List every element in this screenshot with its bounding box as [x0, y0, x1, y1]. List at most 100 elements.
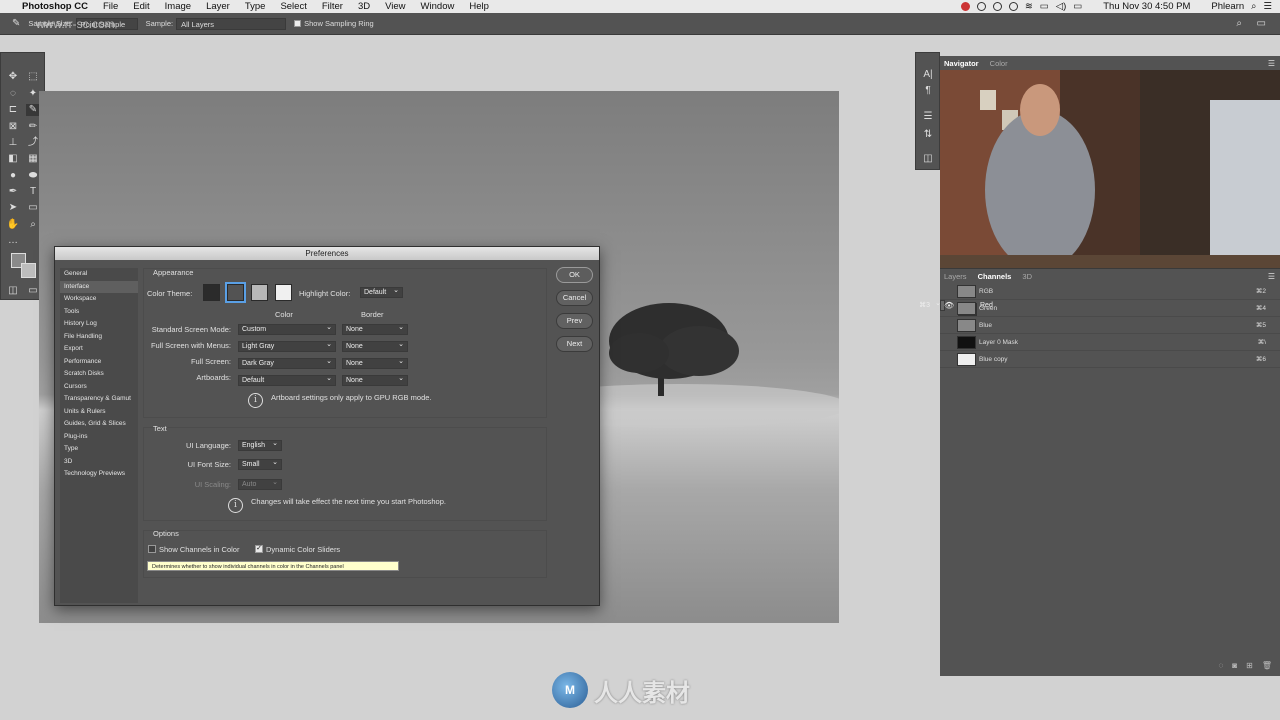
- rectangle-tool-icon[interactable]: ▭: [26, 202, 40, 214]
- notifications-icon[interactable]: ☰: [1263, 1, 1272, 12]
- tab-layers[interactable]: Layers: [940, 269, 971, 284]
- channel-row[interactable]: Layer 0 Mask ⌘\: [940, 334, 1280, 351]
- search-icon[interactable]: ⌕: [1236, 18, 1242, 29]
- trash-icon[interactable]: 🗑: [1262, 661, 1272, 670]
- nav-guides[interactable]: Guides, Grid & Slices: [60, 418, 138, 431]
- cancel-button[interactable]: Cancel: [556, 290, 593, 306]
- marquee-tool-icon[interactable]: ⬚: [26, 71, 40, 83]
- wifi-icon[interactable]: ≋: [1025, 1, 1033, 12]
- spotlight-icon[interactable]: ⌕: [1251, 1, 1256, 12]
- nav-file-handling[interactable]: File Handling: [60, 331, 138, 344]
- zoom-tool-icon[interactable]: ⌕: [26, 219, 40, 231]
- nav-scratch-disks[interactable]: Scratch Disks: [60, 368, 138, 381]
- timemachine-icon[interactable]: [1008, 2, 1018, 11]
- battery-icon[interactable]: ▭: [1073, 1, 1082, 12]
- frame-tool-icon[interactable]: ⊠: [6, 121, 20, 133]
- full-screen-border-select[interactable]: None: [342, 357, 408, 369]
- sample-select[interactable]: All Layers: [176, 17, 287, 30]
- crop-tool-icon[interactable]: ⊏: [6, 104, 20, 116]
- nav-interface[interactable]: Interface: [60, 280, 138, 293]
- brush-tool-icon[interactable]: ✏: [26, 121, 40, 133]
- prev-button[interactable]: Prev: [556, 313, 593, 329]
- menu-type[interactable]: Type: [245, 0, 266, 13]
- ui-font-size-select[interactable]: Small: [238, 458, 282, 470]
- channel-row[interactable]: Blue copy ⌘6: [940, 351, 1280, 368]
- artboards-border-select[interactable]: None: [342, 374, 408, 386]
- properties-icon[interactable]: ☰: [921, 111, 935, 123]
- airplay-icon[interactable]: ▭: [1040, 1, 1049, 12]
- theme-dark-swatch[interactable]: [225, 282, 246, 303]
- nav-general[interactable]: General: [60, 268, 138, 281]
- channel-row[interactable]: Green ⌘4: [940, 300, 1280, 317]
- ui-language-select[interactable]: English: [238, 439, 282, 451]
- menu-app-name[interactable]: Photoshop CC: [22, 0, 88, 13]
- next-button[interactable]: Next: [556, 336, 593, 352]
- menu-help[interactable]: Help: [469, 0, 489, 13]
- menu-window[interactable]: Window: [421, 0, 455, 13]
- stamp-tool-icon[interactable]: ⊥: [6, 137, 20, 149]
- user-name[interactable]: Phlearn: [1211, 1, 1244, 12]
- full-screen-color-select[interactable]: Dark Gray: [238, 357, 336, 369]
- standard-screen-color-select[interactable]: Custom: [238, 323, 336, 335]
- nav-plugins[interactable]: Plug-ins: [60, 431, 138, 444]
- nav-tools[interactable]: Tools: [60, 306, 138, 319]
- pen-tool-icon[interactable]: ✒: [6, 186, 20, 198]
- nav-performance[interactable]: Performance: [60, 356, 138, 369]
- tab-navigator[interactable]: Navigator: [940, 56, 983, 71]
- menu-select[interactable]: Select: [280, 0, 306, 13]
- theme-darkest-swatch[interactable]: [203, 284, 220, 301]
- save-selection-icon[interactable]: ◙: [1232, 661, 1237, 670]
- path-select-icon[interactable]: ➤: [6, 202, 20, 214]
- panel-menu-icon[interactable]: ☰: [1268, 59, 1275, 68]
- channel-row[interactable]: RGB ⌘2: [940, 283, 1280, 300]
- nav-workspace[interactable]: Workspace: [60, 293, 138, 306]
- volume-icon[interactable]: ◁): [1056, 1, 1066, 12]
- eyedropper-icon[interactable]: ✎: [26, 104, 40, 116]
- menu-extra-icon[interactable]: [976, 2, 986, 11]
- menu-file[interactable]: File: [103, 0, 118, 13]
- show-channels-color-checkbox[interactable]: [148, 545, 156, 553]
- tab-color[interactable]: Color: [986, 56, 1012, 71]
- magic-wand-icon[interactable]: ✦: [26, 88, 40, 100]
- character-icon[interactable]: A|: [921, 69, 935, 81]
- move-tool-icon[interactable]: ✥: [6, 71, 20, 83]
- nav-history-log[interactable]: History Log: [60, 318, 138, 331]
- menu-image[interactable]: Image: [165, 0, 191, 13]
- nav-3d[interactable]: 3D: [60, 456, 138, 469]
- quick-mask-icon[interactable]: ◫: [6, 285, 20, 297]
- standard-screen-border-select[interactable]: None: [342, 323, 408, 335]
- record-icon[interactable]: [960, 2, 970, 11]
- ok-button[interactable]: OK: [556, 267, 593, 283]
- nav-units-rulers[interactable]: Units & Rulers: [60, 406, 138, 419]
- nav-type[interactable]: Type: [60, 443, 138, 456]
- full-screen-menus-color-select[interactable]: Light Gray: [238, 340, 336, 352]
- artboards-color-select[interactable]: Default: [238, 374, 336, 386]
- nav-cursors[interactable]: Cursors: [60, 381, 138, 394]
- hand-tool-icon[interactable]: ✋: [6, 219, 20, 231]
- menu-edit[interactable]: Edit: [133, 0, 149, 13]
- nav-technology-previews[interactable]: Technology Previews: [60, 468, 138, 481]
- eyedropper-tool-icon[interactable]: ✎: [12, 18, 20, 29]
- dodge-icon[interactable]: ⬬: [26, 170, 40, 182]
- dynamic-sliders-checkbox[interactable]: ✓: [255, 545, 263, 553]
- channel-row[interactable]: Blue ⌘5: [940, 317, 1280, 334]
- nav-export[interactable]: Export: [60, 343, 138, 356]
- nav-transparency[interactable]: Transparency & Gamut: [60, 393, 138, 406]
- more-tools-icon[interactable]: …: [6, 235, 20, 247]
- new-channel-icon[interactable]: ⊞: [1246, 661, 1253, 670]
- highlight-color-select[interactable]: Default: [360, 286, 403, 298]
- tab-3d[interactable]: 3D: [1018, 269, 1036, 284]
- workspace-icon[interactable]: ▭: [1257, 18, 1266, 29]
- history-brush-icon[interactable]: ⤴: [26, 137, 40, 149]
- background-color[interactable]: [21, 263, 36, 278]
- paragraph-icon[interactable]: ¶: [921, 85, 935, 97]
- lasso-tool-icon[interactable]: ◌: [6, 88, 20, 100]
- type-tool-icon[interactable]: T: [26, 186, 40, 198]
- eraser-icon[interactable]: ◧: [6, 153, 20, 165]
- load-selection-icon[interactable]: ◌: [1219, 661, 1224, 670]
- libraries-icon[interactable]: ◫: [921, 153, 935, 165]
- show-sampling-ring-checkbox[interactable]: [294, 20, 302, 27]
- menu-filter[interactable]: Filter: [322, 0, 343, 13]
- theme-light-swatch[interactable]: [251, 284, 268, 301]
- theme-lightest-swatch[interactable]: [275, 284, 292, 301]
